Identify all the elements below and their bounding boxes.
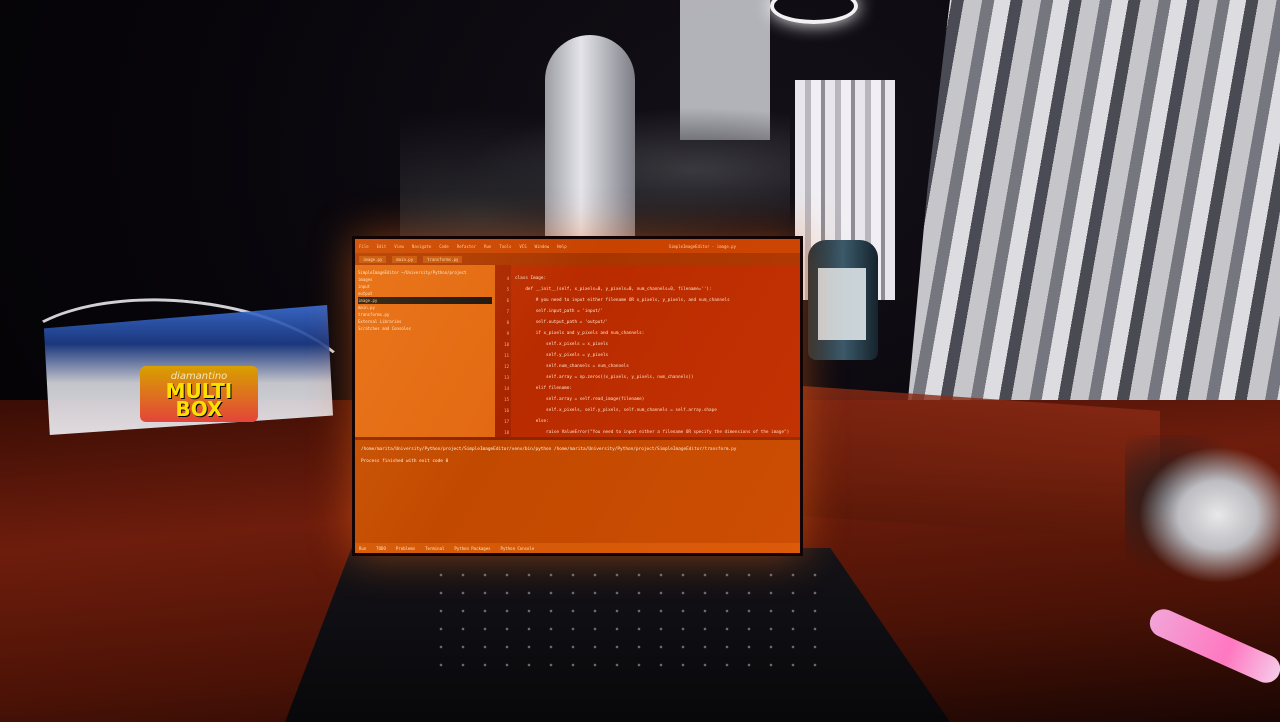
line-number: 12 (504, 364, 509, 369)
plush-toy (1125, 435, 1280, 595)
line-number: 4 (506, 276, 509, 281)
desk-edge (790, 385, 1160, 541)
console-line: Process finished with exit code 0 (361, 459, 449, 464)
laptop-screen: File Edit View Navigate Code Refactor Run Tools… (352, 236, 803, 556)
project-tree-item[interactable]: output (358, 290, 492, 297)
editor-tab[interactable]: transforms.py (423, 255, 463, 263)
project-tree-item[interactable]: SimpleImageEditor ~/University/Python/pr… (358, 269, 492, 276)
code-editor: 45678910111213141516171819202122 class I… (495, 265, 800, 437)
code-line: # you need to input either filename OR x… (515, 298, 730, 303)
line-number: 5 (506, 287, 509, 292)
menu-item-view[interactable]: View (394, 244, 404, 249)
code-line: self.input_path = 'input/' (515, 309, 603, 314)
line-number: 11 (504, 353, 509, 358)
box-label: diamantino MULTI BOX (140, 366, 258, 422)
editor-tab[interactable]: main.py (392, 255, 418, 263)
menu-item-refactor[interactable]: Refactor (457, 244, 476, 249)
line-number: 18 (504, 430, 509, 435)
menu-item-edit[interactable]: Edit (377, 244, 387, 249)
menu-item-navigate[interactable]: Navigate (412, 244, 431, 249)
project-tree-item[interactable]: image.py (358, 297, 492, 304)
code-line: self.array = self.read_image(filename) (515, 397, 645, 402)
keyboard-keys (430, 566, 830, 676)
window-title: SimpleImageEditor - image.py (668, 243, 736, 249)
menu-item-run[interactable]: Run (484, 244, 491, 249)
run-console: /home/marita/University/Python/project/S… (355, 437, 800, 543)
line-number: 10 (504, 342, 509, 347)
code-line: self.y_pixels = y_pixels (515, 353, 609, 358)
line-number: 7 (506, 309, 509, 314)
menu-item-window[interactable]: Window (535, 244, 549, 249)
code-line: self.array = np.zeros((x_pixels, y_pixel… (515, 375, 694, 380)
line-number: 6 (506, 298, 509, 303)
project-tree-item[interactable]: Scratches and Consoles (358, 325, 492, 332)
code-line: else: (515, 419, 549, 424)
box-title-line2: BOX (175, 396, 223, 421)
line-number: 16 (504, 408, 509, 413)
menu-item-code[interactable]: Code (439, 244, 449, 249)
code-line: elif filename: (515, 386, 572, 391)
tool-window-bar: Run TODO Problems Terminal Python Packages Py… (355, 543, 800, 553)
console-line: /home/marita/University/Python/project/S… (361, 447, 737, 452)
code-line: self.num_channels = num_channels (515, 364, 629, 369)
line-number: 9 (506, 331, 509, 336)
menu-item-file[interactable]: File (359, 244, 369, 249)
code-line: class Image: (515, 276, 547, 281)
project-tree-item[interactable]: images (358, 276, 492, 283)
code-area: class Image: def __init__(self, x_pixels… (511, 265, 800, 437)
tool-window-button[interactable]: Terminal (425, 546, 444, 551)
code-line: self.x_pixels, self.y_pixels, self.num_c… (515, 408, 717, 413)
tool-window-button[interactable]: Python Console (501, 546, 535, 551)
ring-light (770, 0, 858, 24)
photo-scene: diamantino MULTI BOX File Edit View Navigat… (0, 0, 1280, 722)
tool-window-button[interactable]: TODO (376, 546, 386, 551)
editor-tab[interactable]: image.py (359, 255, 387, 263)
code-line: raise ValueError("You need to input eith… (515, 430, 790, 435)
bottle-label (818, 268, 866, 340)
tool-window-button[interactable]: Run (359, 546, 366, 551)
code-line: self.output_path = 'output/' (515, 320, 609, 325)
line-number: 8 (506, 320, 509, 325)
desk-lamp (545, 35, 635, 250)
line-number: 14 (504, 386, 509, 391)
code-line: self.x_pixels = x_pixels (515, 342, 609, 347)
project-tree-item[interactable]: External Libraries (358, 318, 492, 325)
line-number-gutter: 45678910111213141516171819202122 (495, 265, 511, 437)
project-tree-item[interactable]: transforms.py (358, 311, 492, 318)
tool-window-button[interactable]: Python Packages (454, 546, 490, 551)
line-number: 13 (504, 375, 509, 380)
project-tree-item[interactable]: input (358, 283, 492, 290)
ide-menu-bar: File Edit View Navigate Code Refactor Run Tools… (355, 239, 800, 253)
ide-body: SimpleImageEditor ~/University/Python/pr… (355, 265, 800, 553)
line-number: 15 (504, 397, 509, 402)
menu-item-vcs[interactable]: VCS (519, 244, 526, 249)
line-number: 17 (504, 419, 509, 424)
code-line: def __init__(self, x_pixels=0, y_pixels=… (515, 287, 712, 292)
editor-tab-bar: image.py main.py transforms.py (355, 253, 800, 265)
code-line: if x_pixels and y_pixels and num_channel… (515, 331, 645, 336)
tool-window-button[interactable]: Problems (396, 546, 415, 551)
project-tree-item[interactable]: main.py (358, 304, 492, 311)
menu-item-tools[interactable]: Tools (499, 244, 511, 249)
project-tree-panel: SimpleImageEditor ~/University/Python/pr… (355, 265, 495, 437)
menu-item-help[interactable]: Help (557, 244, 567, 249)
